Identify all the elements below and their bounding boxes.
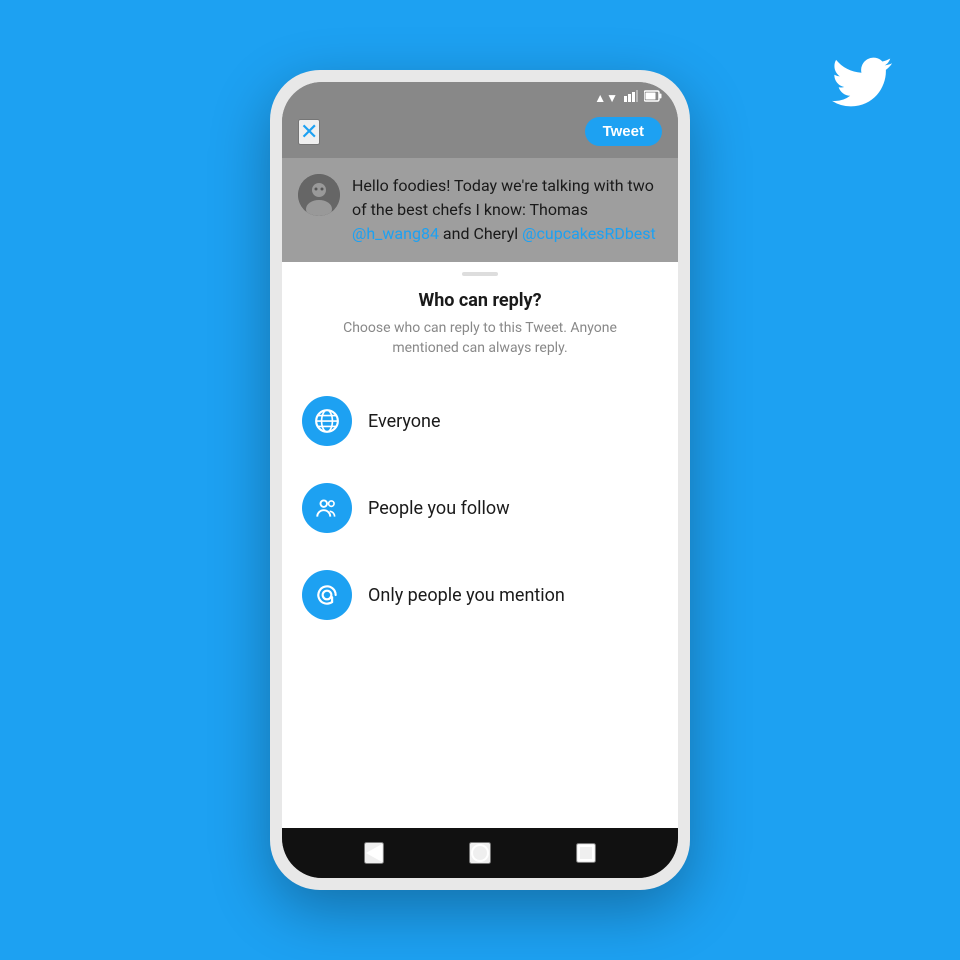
- battery-icon: [644, 90, 662, 105]
- home-circle-icon: [471, 844, 489, 862]
- nav-back-button[interactable]: [364, 842, 384, 864]
- tweet-text-before: Hello foodies! Today we're talking with …: [352, 176, 654, 219]
- phone-device: ▲▼ ✕ Tweet: [270, 70, 690, 890]
- twitter-logo: [832, 52, 892, 112]
- globe-icon: [302, 396, 352, 446]
- reply-option-mention[interactable]: Only people you mention: [302, 552, 658, 639]
- tweet-text-content: Hello foodies! Today we're talking with …: [352, 174, 662, 246]
- tweet-text-middle: and Cheryl: [439, 224, 522, 243]
- reply-option-everyone[interactable]: Everyone: [302, 378, 658, 465]
- compose-top-bar: ✕ Tweet: [282, 109, 678, 158]
- reply-settings-sheet: Who can reply? Choose who can reply to t…: [282, 262, 678, 828]
- wifi-icon: ▲▼: [594, 91, 618, 105]
- nav-home-button[interactable]: [469, 842, 491, 864]
- drag-handle: [462, 272, 498, 276]
- back-arrow-icon: [366, 844, 382, 862]
- tweet-mention-1: @h_wang84: [352, 224, 439, 243]
- signal-icon: [624, 90, 638, 105]
- reply-options-list: Everyone People you foll: [282, 378, 678, 639]
- recent-square-icon: [578, 845, 594, 861]
- sheet-title: Who can reply?: [282, 282, 678, 315]
- group-icon: [302, 483, 352, 533]
- close-button[interactable]: ✕: [298, 119, 320, 145]
- avatar: [298, 174, 340, 216]
- status-bar: ▲▼: [282, 82, 678, 109]
- at-icon: [302, 570, 352, 620]
- everyone-label: Everyone: [368, 411, 441, 432]
- reply-option-following[interactable]: People you follow: [302, 465, 658, 552]
- phone-screen: ▲▼ ✕ Tweet: [282, 82, 678, 878]
- mention-label: Only people you mention: [368, 585, 565, 606]
- tweet-mention-2: @cupcakesRDbest: [522, 224, 656, 243]
- tweet-button[interactable]: Tweet: [585, 117, 662, 146]
- android-nav-bar: [282, 828, 678, 878]
- sheet-handle: [282, 262, 678, 282]
- sheet-subtitle: Choose who can reply to this Tweet. Anyo…: [282, 315, 678, 378]
- following-label: People you follow: [368, 498, 510, 519]
- tweet-preview: Hello foodies! Today we're talking with …: [282, 158, 678, 262]
- nav-recent-button[interactable]: [576, 843, 596, 863]
